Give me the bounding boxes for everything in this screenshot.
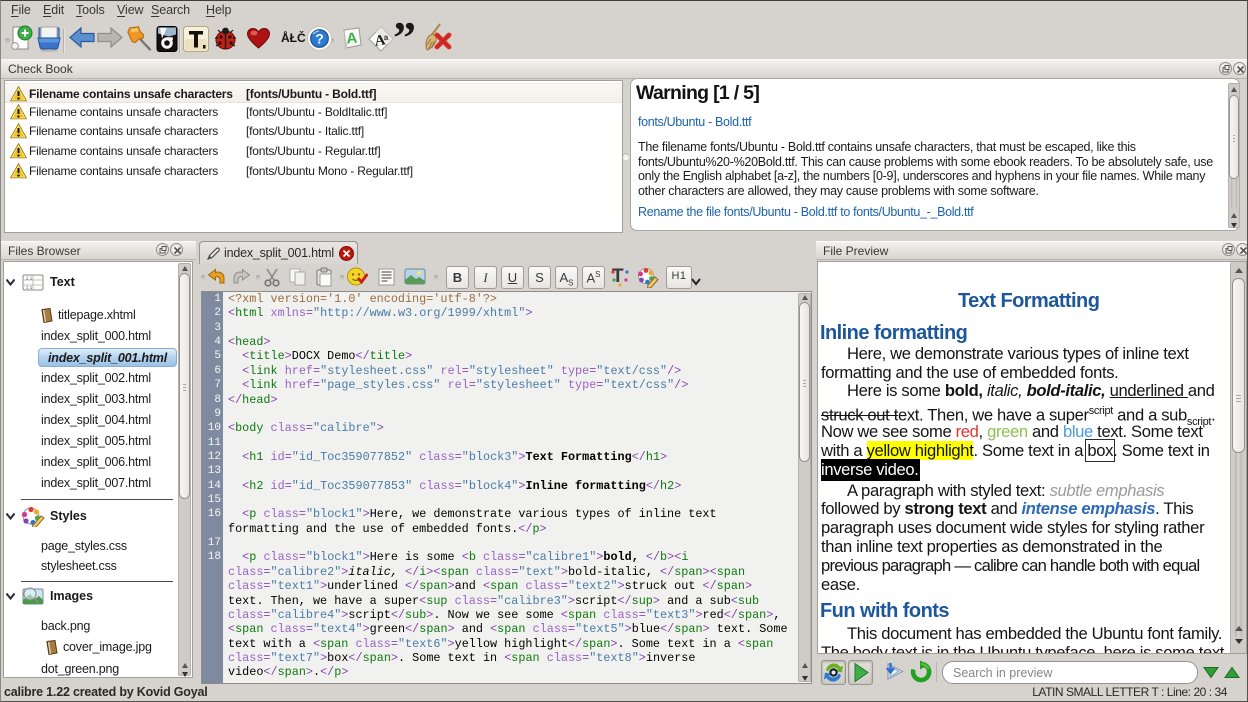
svg-text:A: A — [346, 30, 358, 48]
svg-text:1 1: 1 1 — [26, 276, 33, 281]
svg-text:1 1: 1 1 — [26, 285, 33, 290]
svg-text:?: ? — [315, 31, 324, 47]
